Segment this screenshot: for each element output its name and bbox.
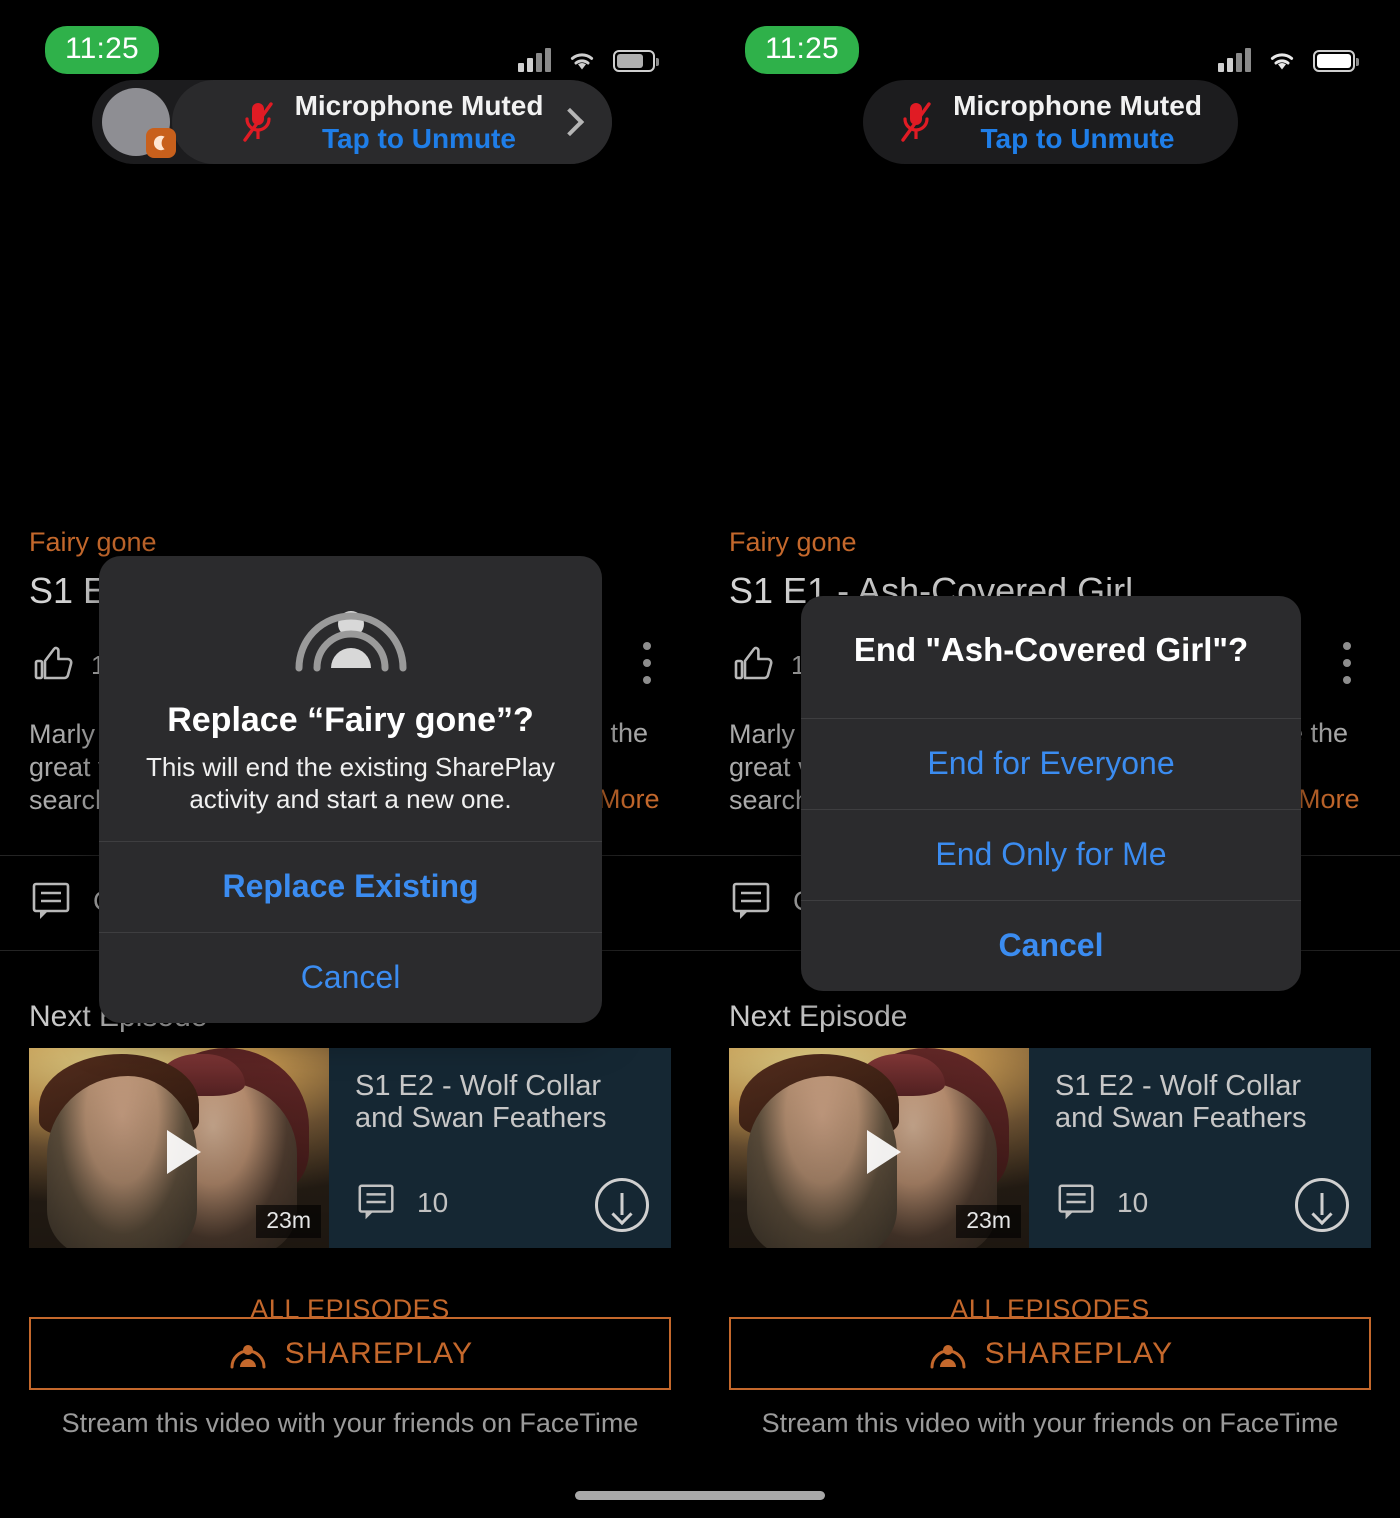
- alert-header: End "Ash-Covered Girl"?: [801, 596, 1301, 718]
- home-indicator[interactable]: [575, 1491, 825, 1500]
- next-episode-card[interactable]: 23m S1 E2 - Wolf Collar and Swan Feather…: [729, 1048, 1371, 1248]
- description-line-1: Marly: [29, 719, 95, 749]
- thumbs-up-icon[interactable]: [31, 640, 79, 688]
- episode-info: S1 E2 - Wolf Collar and Swan Feathers 10: [329, 1048, 671, 1248]
- shareplay-button[interactable]: SHAREPLAY: [729, 1317, 1371, 1390]
- shareplay-caption: Stream this video with your friends on F…: [61, 1408, 639, 1438]
- status-bar-icons: [518, 38, 659, 72]
- battery-icon: [1313, 50, 1359, 72]
- alert-header: Replace “Fairy gone”? This will end the …: [99, 556, 602, 841]
- shareplay-button-label: SHAREPLAY: [984, 1336, 1174, 1370]
- comment-icon: [1055, 1180, 1101, 1226]
- play-icon[interactable]: [167, 1130, 201, 1174]
- microphone-muted-icon: [241, 100, 275, 144]
- alert-title: Replace “Fairy gone”?: [167, 701, 534, 739]
- microphone-banner-inner[interactable]: Microphone Muted Tap to Unmute: [863, 89, 1238, 155]
- microphone-muted-icon: [899, 100, 933, 144]
- status-bar-clock: 11:25: [745, 26, 859, 74]
- download-icon[interactable]: [1295, 1178, 1349, 1232]
- alert-message: This will end the existing SharePlay act…: [146, 751, 555, 815]
- comment-icon: [29, 878, 75, 924]
- facetime-shareplay-badge-icon: [146, 128, 176, 158]
- microphone-banner-inner[interactable]: Microphone Muted Tap to Unmute: [172, 80, 612, 164]
- end-for-everyone-button[interactable]: End for Everyone: [801, 717, 1301, 809]
- download-icon[interactable]: [595, 1178, 649, 1232]
- episode-thumbnail[interactable]: 23m: [729, 1048, 1029, 1248]
- more-options-icon[interactable]: [643, 642, 651, 693]
- microphone-banner-title: Microphone Muted: [294, 89, 544, 121]
- next-episode-comment-count: 10: [1117, 1187, 1149, 1218]
- battery-icon: [613, 50, 659, 72]
- episode-duration: 23m: [956, 1205, 1021, 1238]
- description-line-3: search: [29, 784, 111, 815]
- comment-icon: [729, 878, 775, 924]
- shareplay-button[interactable]: SHAREPLAY: [29, 1317, 671, 1390]
- cellular-signal-icon: [518, 48, 551, 72]
- next-episode-title: S1 E2 - Wolf Collar and Swan Feathers: [355, 1070, 607, 1135]
- alert-title: End "Ash-Covered Girl"?: [853, 631, 1249, 668]
- microphone-muted-banner[interactable]: Microphone Muted Tap to Unmute: [92, 80, 612, 164]
- end-only-for-me-button[interactable]: End Only for Me: [801, 808, 1301, 900]
- shareplay-caption: Stream this video with your friends on F…: [761, 1408, 1339, 1438]
- microphone-banner-subtitle[interactable]: Tap to Unmute: [981, 123, 1175, 154]
- shareplay-icon: [227, 1337, 269, 1371]
- status-bar-icons: [1218, 38, 1359, 72]
- play-icon[interactable]: [867, 1130, 901, 1174]
- next-episode-comment-count: 10: [417, 1187, 449, 1218]
- next-episode-card[interactable]: 23m S1 E2 - Wolf Collar and Swan Feather…: [29, 1048, 671, 1248]
- shareplay-icon: [291, 598, 411, 674]
- microphone-banner-text: Microphone Muted Tap to Unmute: [295, 89, 544, 155]
- wifi-icon: [1266, 48, 1298, 72]
- end-shareplay-alert: End "Ash-Covered Girl"? End for Everyone…: [801, 596, 1301, 991]
- dual-screenshot-container: 11:25 Microphone Muted Tap to Unmute Fai…: [0, 0, 1400, 1518]
- cellular-signal-icon: [1218, 48, 1251, 72]
- avatar: [102, 88, 176, 158]
- next-episode-comments[interactable]: 10: [1055, 1180, 1148, 1226]
- microphone-banner-title: Microphone Muted: [953, 89, 1202, 121]
- wifi-icon: [566, 48, 598, 72]
- description-more-link[interactable]: More: [1298, 784, 1360, 815]
- next-episode-heading: Next Episode: [729, 1000, 908, 1033]
- comment-icon: [355, 1180, 401, 1226]
- show-name[interactable]: Fairy gone: [729, 527, 857, 558]
- status-bar: 11:25: [700, 0, 1400, 92]
- more-options-icon[interactable]: [1343, 642, 1351, 693]
- description-more-link[interactable]: More: [598, 784, 660, 815]
- episode-thumbnail[interactable]: 23m: [29, 1048, 329, 1248]
- description-line-1: Marly: [729, 719, 795, 749]
- episode-info: S1 E2 - Wolf Collar and Swan Feathers 10: [1029, 1048, 1371, 1248]
- status-bar: 11:25: [0, 0, 700, 92]
- replace-shareplay-alert: Replace “Fairy gone”? This will end the …: [99, 556, 602, 1024]
- shareplay-button-label: SHAREPLAY: [284, 1336, 474, 1370]
- comment-row[interactable]: C: [729, 878, 813, 924]
- show-name[interactable]: Fairy gone: [29, 527, 157, 558]
- microphone-banner-text: Microphone Muted Tap to Unmute: [953, 89, 1202, 155]
- microphone-banner-subtitle[interactable]: Tap to Unmute: [322, 123, 516, 154]
- cancel-button[interactable]: Cancel: [801, 899, 1301, 991]
- next-episode-comments[interactable]: 10: [355, 1180, 448, 1226]
- microphone-muted-banner[interactable]: Microphone Muted Tap to Unmute: [863, 80, 1238, 164]
- episode-duration: 23m: [256, 1205, 321, 1238]
- shareplay-icon: [927, 1337, 969, 1371]
- cancel-button[interactable]: Cancel: [99, 932, 602, 1023]
- next-episode-title: S1 E2 - Wolf Collar and Swan Feathers: [1055, 1070, 1307, 1135]
- description-line-2: great v: [729, 751, 812, 782]
- replace-existing-button[interactable]: Replace Existing: [99, 841, 602, 932]
- description-line-3: search: [729, 784, 811, 815]
- status-bar-clock: 11:25: [45, 26, 159, 74]
- thumbs-up-icon[interactable]: [731, 640, 779, 688]
